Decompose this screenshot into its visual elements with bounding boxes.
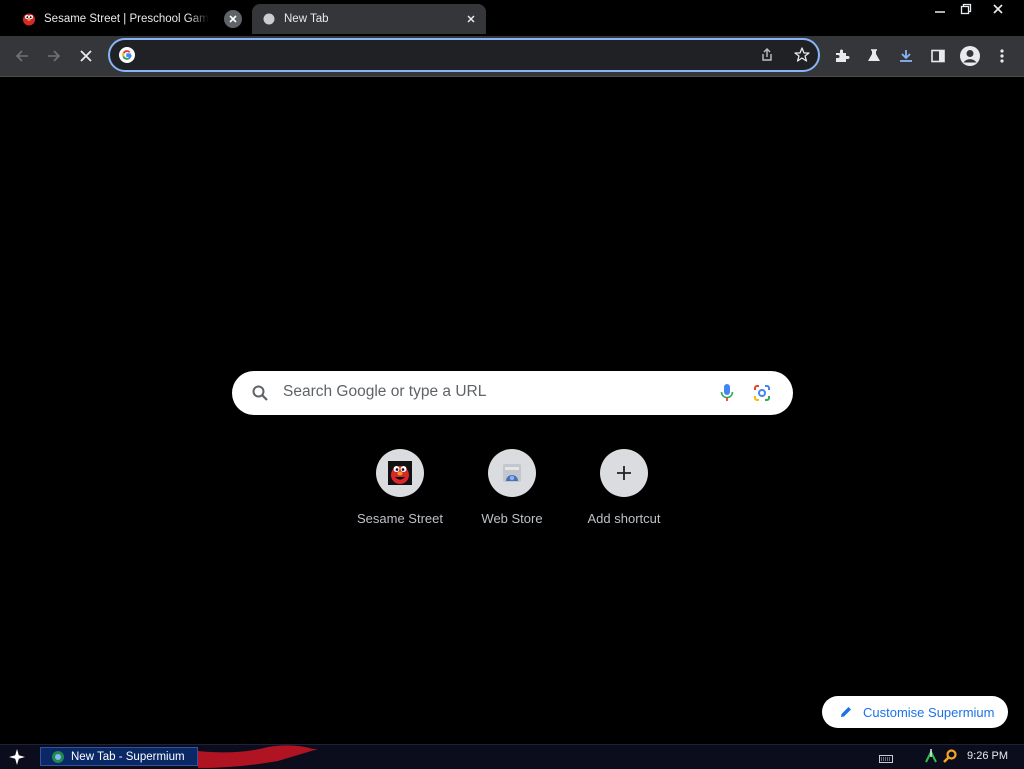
tab-title: New Tab [284,13,329,25]
restore-icon[interactable] [952,0,980,18]
profile-avatar-icon[interactable] [956,42,984,70]
more-menu-icon[interactable] [988,42,1016,70]
taskbar: New Tab - Supermium 9:26 PM [0,744,1024,769]
network-icon[interactable] [924,748,938,769]
download-icon[interactable] [892,42,920,70]
shortcut-sesame-street[interactable]: Sesame Street [344,449,456,539]
taskbar-clock: 9:26 PM [967,750,1008,762]
elmo-favicon-icon [23,13,35,26]
forward-arrow-icon[interactable] [40,42,68,70]
pencil-icon [841,707,851,717]
shortcut-web-store[interactable]: Web Store [456,449,568,539]
shortcut-tile [376,449,424,497]
browser-toolbar [0,36,1024,77]
address-bar[interactable] [108,38,820,72]
tab-title: Sesame Street | Preschool Games, Videos … [44,13,209,25]
tab-strip: Sesame Street | Preschool Games, Videos … [0,0,1024,36]
taskbar-wallpaper-accent [198,745,318,768]
close-window-icon[interactable] [984,0,1012,18]
bookmark-star-icon[interactable] [793,46,811,69]
keyboard-icon[interactable] [879,751,893,769]
stop-loading-icon[interactable] [72,42,100,70]
close-tab-icon[interactable] [224,10,242,28]
shortcut-label: Add shortcut [587,511,661,526]
side-panel-icon[interactable] [924,42,952,70]
web-store-icon [503,464,521,482]
elmo-favicon-icon [388,461,412,485]
customise-label: Customise Supermium [863,704,995,720]
customise-button[interactable]: Customise Supermium [822,696,1008,728]
voice-search-mic-icon[interactable] [720,383,734,408]
add-shortcut-button[interactable]: Add shortcut [568,449,680,539]
google-g-icon [119,47,135,63]
taskbar-window-label: New Tab - Supermium [71,750,185,763]
ntp-search-box[interactable]: Search Google or type a URL [232,371,793,415]
supermium-app-icon [52,750,64,763]
tab-sesame-street[interactable]: Sesame Street | Preschool Games, Videos … [12,4,248,34]
search-icon [251,384,269,407]
tab-new-tab[interactable]: New Tab [252,4,486,34]
taskbar-window-button[interactable]: New Tab - Supermium [40,747,198,766]
google-lens-icon[interactable] [753,384,771,407]
plus-icon [617,466,631,480]
star-start-icon[interactable] [0,745,34,768]
shortcut-tile [600,449,648,497]
labs-flask-icon[interactable] [860,42,888,70]
back-arrow-icon[interactable] [8,42,36,70]
shortcut-label: Web Store [481,511,543,526]
shortcut-label: Sesame Street [357,511,443,526]
minimize-icon[interactable] [926,0,954,18]
address-input[interactable] [142,46,746,66]
supermium-favicon-icon [263,13,275,25]
search-placeholder: Search Google or type a URL [283,383,487,400]
extensions-puzzle-icon[interactable] [828,42,856,70]
close-tab-icon[interactable] [462,10,480,28]
share-icon[interactable] [758,46,776,69]
shortcut-tile [488,449,536,497]
search-icon[interactable] [942,748,958,769]
